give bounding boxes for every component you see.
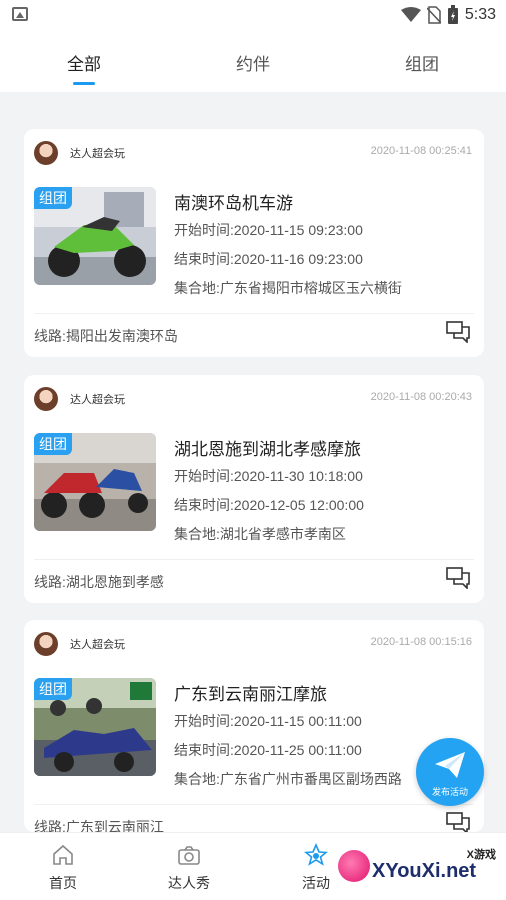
- home-icon: [53, 844, 73, 865]
- route: 线路:揭阳出发南澳环岛: [34, 328, 178, 344]
- start-time: 开始时间:2020-11-15 00:11:00: [174, 713, 362, 729]
- route: 线路:湖北恩施到孝感: [34, 574, 164, 590]
- no-sim-icon: [426, 6, 441, 24]
- meeting-place: 集合地:湖北省孝感市孝南区: [174, 526, 346, 542]
- activity-title[interactable]: 湖北恩施到湖北孝感摩旅: [174, 435, 361, 460]
- nav-talent-show-label: 达人秀: [168, 875, 210, 891]
- activity-icon: [304, 843, 328, 866]
- watermark-text: XYouXi.net: [372, 860, 477, 882]
- nav-home-label: 首页: [49, 875, 77, 891]
- end-time: 结束时间:2020-11-16 09:23:00: [174, 251, 363, 267]
- active-tab-indicator: [73, 82, 95, 85]
- publish-activity-label: 发布活动: [431, 787, 468, 797]
- nav-home[interactable]: 首页: [13, 833, 113, 900]
- start-time: 开始时间:2020-11-15 09:23:00: [174, 222, 363, 238]
- tab-all[interactable]: 全部: [44, 50, 124, 75]
- author-name: 达人超会玩: [70, 394, 125, 406]
- tab-group[interactable]: 组团: [382, 50, 462, 75]
- group-badge: 组团: [34, 187, 72, 209]
- meeting-place: 集合地:广东省广州市番禺区副场西路: [174, 771, 402, 787]
- author-name: 达人超会玩: [70, 639, 125, 651]
- chat-icon[interactable]: [446, 812, 470, 834]
- activity-card[interactable]: 达人超会玩 2020-11-08 00:25:41 组团 南澳环岛机车游 开始时…: [24, 129, 484, 357]
- post-time: 2020-11-08 00:15:16: [370, 636, 472, 648]
- activity-card[interactable]: 达人超会玩 2020-11-08 00:15:16 组团 广东到云南丽江摩旅 开…: [24, 620, 484, 835]
- group-badge: 组团: [34, 678, 72, 700]
- meeting-place: 集合地:广东省揭阳市榕城区玉六横街: [174, 280, 402, 296]
- status-time: 5:33: [464, 6, 496, 23]
- tab-companion[interactable]: 约伴: [213, 50, 293, 75]
- camera-icon: [178, 846, 200, 865]
- end-time: 结束时间:2020-11-25 00:11:00: [174, 742, 362, 758]
- divider: [34, 804, 474, 805]
- status-bar: 5:33: [0, 0, 506, 30]
- start-time: 开始时间:2020-11-30 10:18:00: [174, 468, 363, 484]
- avatar[interactable]: [34, 141, 58, 165]
- avatar[interactable]: [34, 632, 58, 656]
- end-time: 结束时间:2020-12-05 12:00:00: [174, 497, 364, 513]
- divider: [34, 313, 474, 314]
- publish-activity-button[interactable]: 发布活动: [416, 738, 484, 806]
- wifi-icon: [400, 7, 421, 22]
- post-time: 2020-11-08 00:20:43: [370, 391, 472, 403]
- post-time: 2020-11-08 00:25:41: [370, 145, 472, 157]
- battery-icon: [447, 5, 458, 24]
- image-notification-icon: [12, 7, 28, 21]
- author-name: 达人超会玩: [70, 148, 125, 160]
- divider: [34, 559, 474, 560]
- activity-title[interactable]: 广东到云南丽江摩旅: [174, 680, 327, 705]
- nav-talent-show[interactable]: 达人秀: [139, 833, 239, 900]
- activity-title[interactable]: 南澳环岛机车游: [174, 189, 293, 214]
- paper-plane-icon: [435, 752, 465, 778]
- gamepad-logo-icon: [338, 850, 370, 882]
- activity-card[interactable]: 达人超会玩 2020-11-08 00:20:43 组团 湖北恩施到湖北孝感摩旅…: [24, 375, 484, 603]
- group-badge: 组团: [34, 433, 72, 455]
- avatar[interactable]: [34, 387, 58, 411]
- chat-icon[interactable]: [446, 567, 470, 589]
- site-watermark: X游戏 XYouXi.net: [338, 844, 502, 894]
- chat-icon[interactable]: [446, 321, 470, 343]
